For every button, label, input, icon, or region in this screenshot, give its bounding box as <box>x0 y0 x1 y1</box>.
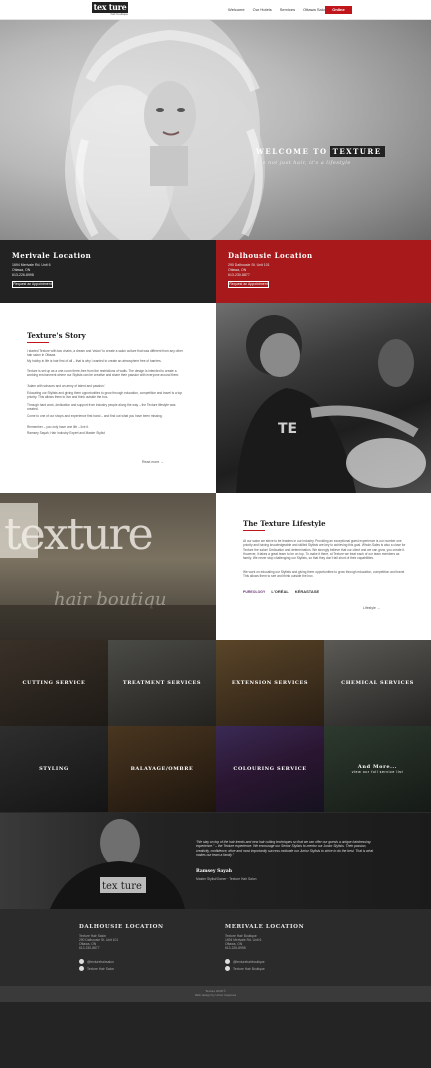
instagram-icon <box>79 959 84 964</box>
hero-tagline: It's not just hair, it's a lifestyle <box>256 160 351 166</box>
service-label: COLOURING SERVICE <box>233 766 307 772</box>
story-paragraph: 'Adam with scissors and an army of talen… <box>27 384 106 388</box>
brand-loreal: L'ORÉAL <box>271 589 289 594</box>
testimonial-quote: "We stay on top of the hair trends and n… <box>196 840 374 857</box>
story-paragraph: Remember – you only have one life – live… <box>27 425 89 429</box>
lifestyle-paragraph: We work on educating our Stylists and gi… <box>243 570 406 579</box>
facebook-icon <box>79 966 84 971</box>
hero-banner: WELCOME TO TEXTURE It's not just hair, it… <box>0 20 431 240</box>
merivale-location-panel: Merivale Location 1694 Merivale Rd. Unit… <box>0 240 216 303</box>
dalhousie-location-title: Dalhousie Location <box>228 251 313 260</box>
copyright-text: Texture 2018 © <box>205 989 226 993</box>
footer: DALHOUSIE LOCATION Texture Hair Salon 29… <box>0 909 431 986</box>
brand-logos: PUREOLOGY L'ORÉAL KÉRASTASE <box>243 589 319 594</box>
service-label: BALAYAGE/OMBRE <box>130 766 194 772</box>
lifestyle-title: The Texture Lifestyle <box>243 519 326 528</box>
service-label: CUTTING SERVICE <box>22 680 86 686</box>
online-booking-button[interactable]: Online Booking <box>325 6 352 20</box>
svg-text:tex ture: tex ture <box>102 881 142 892</box>
service-label: EXTENSION SERVICES <box>231 680 309 686</box>
testimonial-author: Ramsey Sayah <box>196 869 233 874</box>
service-tile-styling[interactable]: STYLING <box>0 726 108 812</box>
texture-logo[interactable]: tex ture hair boutique <box>92 2 128 16</box>
service-tile-chemical[interactable]: CHEMICAL SERVICES <box>324 640 431 726</box>
merivale-appointment-button[interactable]: Request an Appointment <box>12 281 53 288</box>
hero-portrait-image <box>65 20 265 240</box>
texture-lifestyle-section: The Texture Lifestyle At our salon we st… <box>216 493 431 640</box>
service-more-sub[interactable]: view our full service list <box>352 770 403 774</box>
story-paragraph: I started Texture with two chairs, a dre… <box>27 349 183 358</box>
brand-kerastase: KÉRASTASE <box>294 589 320 594</box>
service-label: TREATMENT SERVICES <box>122 680 202 686</box>
dalhousie-phone[interactable]: 613-230-8877 <box>228 273 250 278</box>
facebook-icon <box>225 966 230 971</box>
menu-item-welcome[interactable]: Welcome <box>228 7 245 13</box>
instagram-icon <box>225 959 230 964</box>
footer-merivale-phone[interactable]: 613-226-8998 <box>225 946 246 951</box>
story-signature: Ramsey Sayah, Hair Industry Expert and M… <box>27 431 105 435</box>
footer-dalhousie-facebook-link[interactable]: Texture Hair Salon <box>79 966 114 971</box>
service-tile-extension[interactable]: EXTENSION SERVICES <box>216 640 324 726</box>
story-divider <box>27 342 49 343</box>
story-paragraph: My hobby in life is hair first of all – … <box>27 359 162 363</box>
service-label: STYLING <box>39 766 69 772</box>
page-bottom-filler <box>0 1002 431 1068</box>
lifestyle-divider <box>243 530 265 531</box>
hero-welcome-heading: WELCOME TO TEXTURE <box>256 146 385 157</box>
story-paragraph: Educating our Stylists and giving them o… <box>27 391 183 400</box>
lifestyle-paragraph: At our salon we strive to be leaders in … <box>243 539 406 561</box>
service-tile-balayage[interactable]: BALAYAGE/OMBRE <box>108 726 216 812</box>
logo-subtitle: hair boutique <box>110 12 128 16</box>
footer-dalhousie-instagram-link[interactable]: @texturehairsalon <box>79 959 114 964</box>
merivale-location-title: Merivale Location <box>12 251 92 260</box>
copyright-bar: Texture 2018 © Web design by Union Capon… <box>0 986 431 1002</box>
svg-text:texture: texture <box>4 509 152 560</box>
lifestyle-read-more-link[interactable]: Lifestyle → <box>363 606 380 610</box>
dalhousie-appointment-button[interactable]: Request an Appointment <box>228 281 269 288</box>
story-paragraph: Texture is set up as a one-room three-fr… <box>27 369 180 378</box>
story-title: Texture's Story <box>27 331 86 340</box>
merivale-phone[interactable]: 613-226-8998 <box>12 273 34 278</box>
salon-window-photo: texture hair boutiqu <box>0 493 216 640</box>
service-tile-treatment[interactable]: TREATMENT SERVICES <box>108 640 216 726</box>
service-tile-cutting[interactable]: CUTTING SERVICE <box>0 640 108 726</box>
footer-dalhousie-phone[interactable]: 613-230-8877 <box>79 946 100 951</box>
story-paragraph: Through hard work, dedication and suppor… <box>27 403 176 412</box>
service-tile-colouring[interactable]: COLOURING SERVICE <box>216 726 324 812</box>
owner-photo: tex ture <box>50 819 185 909</box>
footer-merivale-facebook-link[interactable]: Texture Hair Boutique <box>225 966 265 971</box>
service-tile-more[interactable]: And More... view our full service list <box>324 726 431 812</box>
texture-window-sign-image: texture hair boutiqu <box>0 503 216 640</box>
svg-text:TE: TE <box>278 421 297 437</box>
dalhousie-location-panel: Dalhousie Location 290 Dalhousie St. Uni… <box>216 240 431 303</box>
web-design-credit[interactable]: Web design by Union Capones <box>0 993 431 997</box>
brand-pureology: PUREOLOGY <box>243 589 266 594</box>
story-read-more-link[interactable]: Read more → <box>142 460 164 464</box>
barber-cutting-image: TE <box>236 315 426 493</box>
service-label: CHEMICAL SERVICES <box>341 680 414 686</box>
story-paragraph: Come to one of our shops and experience … <box>27 414 163 418</box>
footer-merivale-instagram-link[interactable]: @texturehairboutique <box>225 959 265 964</box>
menu-item-ottawa-salon[interactable]: Ottawa Salon <box>303 7 327 13</box>
menu-item-services[interactable]: Services <box>280 7 295 13</box>
texture-story-section: Texture's Story I started Texture with t… <box>0 303 216 493</box>
menu-item-our-hotels[interactable]: Our Hotels <box>253 7 272 13</box>
top-navigation: tex ture hair boutique Welcome Our Hotel… <box>0 0 431 20</box>
testimonial-role: Master Stylist/Owner · Texture Hair Salo… <box>196 877 257 881</box>
barber-photo: TE <box>216 303 431 493</box>
footer-dalhousie-title: DALHOUSIE LOCATION <box>79 924 164 930</box>
footer-merivale-title: MERIVALE LOCATION <box>225 924 305 930</box>
testimonial-section: tex ture "We stay on top of the hair tre… <box>0 813 431 909</box>
